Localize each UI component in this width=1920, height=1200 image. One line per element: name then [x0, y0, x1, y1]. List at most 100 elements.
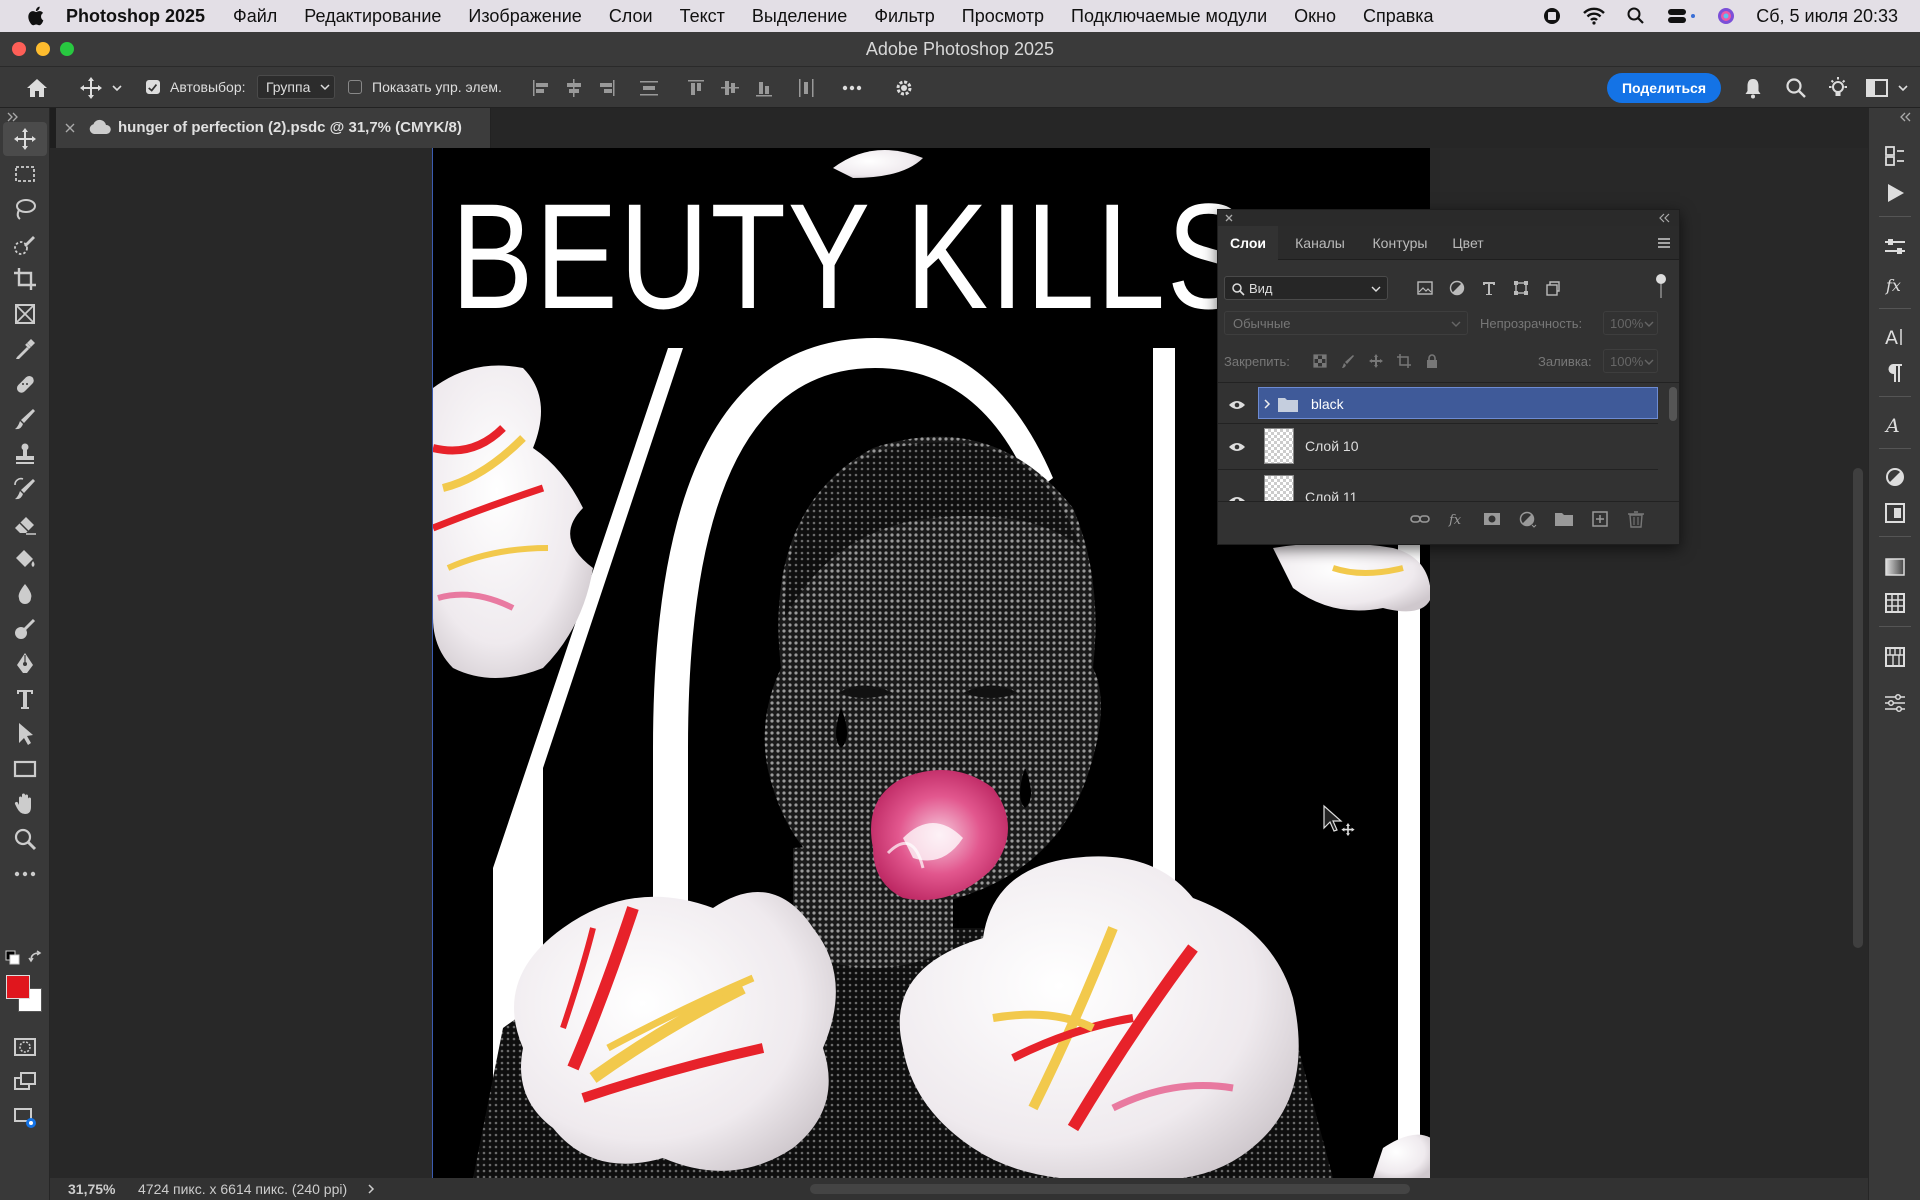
share-button[interactable]: Поделиться	[1607, 73, 1721, 103]
align-vertical-centers-icon[interactable]	[717, 75, 743, 101]
menubar-clock[interactable]: Сб, 5 июля 20:33	[1756, 6, 1898, 27]
delete-layer-trash-icon[interactable]	[1626, 510, 1646, 528]
adjustments-sliders-icon[interactable]	[1882, 234, 1908, 260]
layer-row-sloy-10[interactable]: Слой 10	[1258, 425, 1658, 467]
layer-row-sloy-11[interactable]: Слой 11	[1258, 471, 1658, 501]
brush-tool-icon[interactable]	[11, 405, 39, 433]
filter-type-layers-icon[interactable]	[1480, 279, 1498, 297]
filter-smart-objects-icon[interactable]	[1544, 279, 1562, 297]
tab-color[interactable]: Цвет	[1440, 226, 1496, 260]
rectangle-tool-icon[interactable]	[11, 755, 39, 783]
close-window-button[interactable]	[12, 42, 26, 56]
tab-channels[interactable]: Каналы	[1280, 226, 1360, 260]
discover-lightbulb-icon[interactable]	[1825, 75, 1851, 101]
align-right-edges-icon[interactable]	[594, 75, 620, 101]
new-group-folder-icon[interactable]	[1554, 510, 1574, 528]
foreground-color-swatch[interactable]	[6, 975, 30, 999]
quick-mask-icon[interactable]	[11, 1033, 39, 1061]
filter-adjustment-layers-icon[interactable]	[1448, 279, 1466, 297]
color-panel-icon[interactable]	[1882, 464, 1908, 490]
paragraph-panel-icon[interactable]	[1882, 360, 1908, 386]
autoselect-checkbox[interactable]	[146, 80, 160, 94]
gradients-panel-icon[interactable]	[1882, 554, 1908, 580]
layer-row-black[interactable]: black	[1258, 387, 1658, 419]
lock-position-icon[interactable]	[1368, 353, 1384, 369]
menu-select[interactable]: Выделение	[752, 6, 847, 27]
visibility-eye-icon[interactable]	[1228, 399, 1246, 411]
menu-help[interactable]: Справка	[1363, 6, 1434, 27]
chevron-down-icon[interactable]	[1896, 75, 1910, 101]
menu-type[interactable]: Текст	[680, 6, 725, 27]
add-layer-mask-icon[interactable]	[1482, 510, 1502, 528]
move-tool-icon[interactable]	[78, 75, 104, 101]
layers-panel[interactable]: Слои Каналы Контуры Цвет Вид Обычные Неп…	[1217, 209, 1680, 545]
frame-tool-icon[interactable]	[11, 300, 39, 328]
zoom-tool-icon[interactable]	[11, 825, 39, 853]
align-bottom-edges-icon[interactable]	[751, 75, 777, 101]
dodge-tool-icon[interactable]	[11, 615, 39, 643]
more-options-icon[interactable]	[839, 75, 865, 101]
notifications-bell-icon[interactable]	[1740, 75, 1766, 101]
properties-panel-icon[interactable]	[1882, 690, 1908, 716]
align-horizontal-centers-icon[interactable]	[561, 75, 587, 101]
blur-tool-icon[interactable]	[11, 580, 39, 608]
edit-toolbar-icon[interactable]	[11, 860, 39, 888]
menu-image[interactable]: Изображение	[468, 6, 581, 27]
default-colors-icon[interactable]	[5, 950, 21, 966]
lock-transparent-pixels-icon[interactable]	[1312, 353, 1328, 369]
spot-healing-brush-icon[interactable]	[11, 370, 39, 398]
menu-plugins[interactable]: Подключаемые модули	[1071, 6, 1267, 27]
swap-colors-icon[interactable]	[28, 950, 44, 966]
menu-layers[interactable]: Слои	[609, 6, 653, 27]
layer-styles-fx-icon[interactable]: fx	[1882, 272, 1908, 298]
layer-filter-dropdown[interactable]: Вид	[1224, 276, 1388, 300]
horizontal-scroll-thumb[interactable]	[810, 1184, 1410, 1194]
zoom-level[interactable]: 31,75%	[68, 1181, 115, 1197]
zoom-window-button[interactable]	[60, 42, 74, 56]
expand-panel-icon[interactable]	[6, 112, 20, 122]
vertical-scroll-thumb[interactable]	[1853, 468, 1863, 948]
control-center-icon[interactable]	[1666, 6, 1696, 26]
record-icon[interactable]	[1542, 6, 1562, 26]
menu-edit[interactable]: Редактирование	[304, 6, 441, 27]
filter-toggle-switch[interactable]	[1656, 274, 1666, 298]
new-layer-icon[interactable]	[1590, 510, 1610, 528]
move-tool-icon[interactable]	[11, 125, 39, 153]
paint-bucket-icon[interactable]	[11, 545, 39, 573]
settings-gear-icon[interactable]	[891, 75, 917, 101]
lasso-tool-icon[interactable]	[11, 195, 39, 223]
blend-mode-dropdown[interactable]: Обычные	[1224, 311, 1468, 335]
glyphs-panel-icon[interactable]: A	[1882, 412, 1908, 438]
lock-image-pixels-icon[interactable]	[1340, 353, 1356, 369]
character-panel-icon[interactable]: A	[1882, 324, 1908, 350]
wifi-icon[interactable]	[1582, 6, 1606, 26]
eraser-tool-icon[interactable]	[11, 510, 39, 538]
clone-stamp-icon[interactable]	[11, 440, 39, 468]
link-layers-icon[interactable]	[1410, 510, 1430, 528]
minimize-window-button[interactable]	[36, 42, 50, 56]
menu-file[interactable]: Файл	[233, 6, 277, 27]
actions-play-icon[interactable]	[1882, 180, 1908, 206]
patterns-panel-icon[interactable]	[1882, 590, 1908, 616]
lock-all-icon[interactable]	[1424, 353, 1440, 369]
history-panel-icon[interactable]	[1882, 142, 1908, 168]
autoselect-dropdown[interactable]: Группа	[257, 75, 335, 99]
layers-scrollbar[interactable]	[1666, 383, 1680, 501]
align-left-edges-icon[interactable]	[528, 75, 554, 101]
apple-logo-icon[interactable]	[26, 5, 48, 27]
collapse-panel-icon[interactable]	[1659, 213, 1671, 223]
distribute-horizontal-icon[interactable]	[793, 75, 819, 101]
menu-window[interactable]: Окно	[1294, 6, 1336, 27]
close-tab-icon[interactable]	[64, 122, 76, 134]
filter-shape-layers-icon[interactable]	[1512, 279, 1530, 297]
eyedropper-icon[interactable]	[11, 335, 39, 363]
type-tool-icon[interactable]	[11, 685, 39, 713]
rectangular-marquee-icon[interactable]	[11, 160, 39, 188]
siri-icon[interactable]	[1716, 6, 1736, 26]
align-top-edges-icon[interactable]	[683, 75, 709, 101]
chevron-down-icon[interactable]	[110, 75, 124, 101]
filter-pixel-layers-icon[interactable]	[1416, 279, 1434, 297]
chevron-right-icon[interactable]	[366, 1183, 376, 1195]
vertical-scrollbar[interactable]	[1848, 148, 1868, 1178]
screen-mode-icon[interactable]	[11, 1068, 39, 1096]
